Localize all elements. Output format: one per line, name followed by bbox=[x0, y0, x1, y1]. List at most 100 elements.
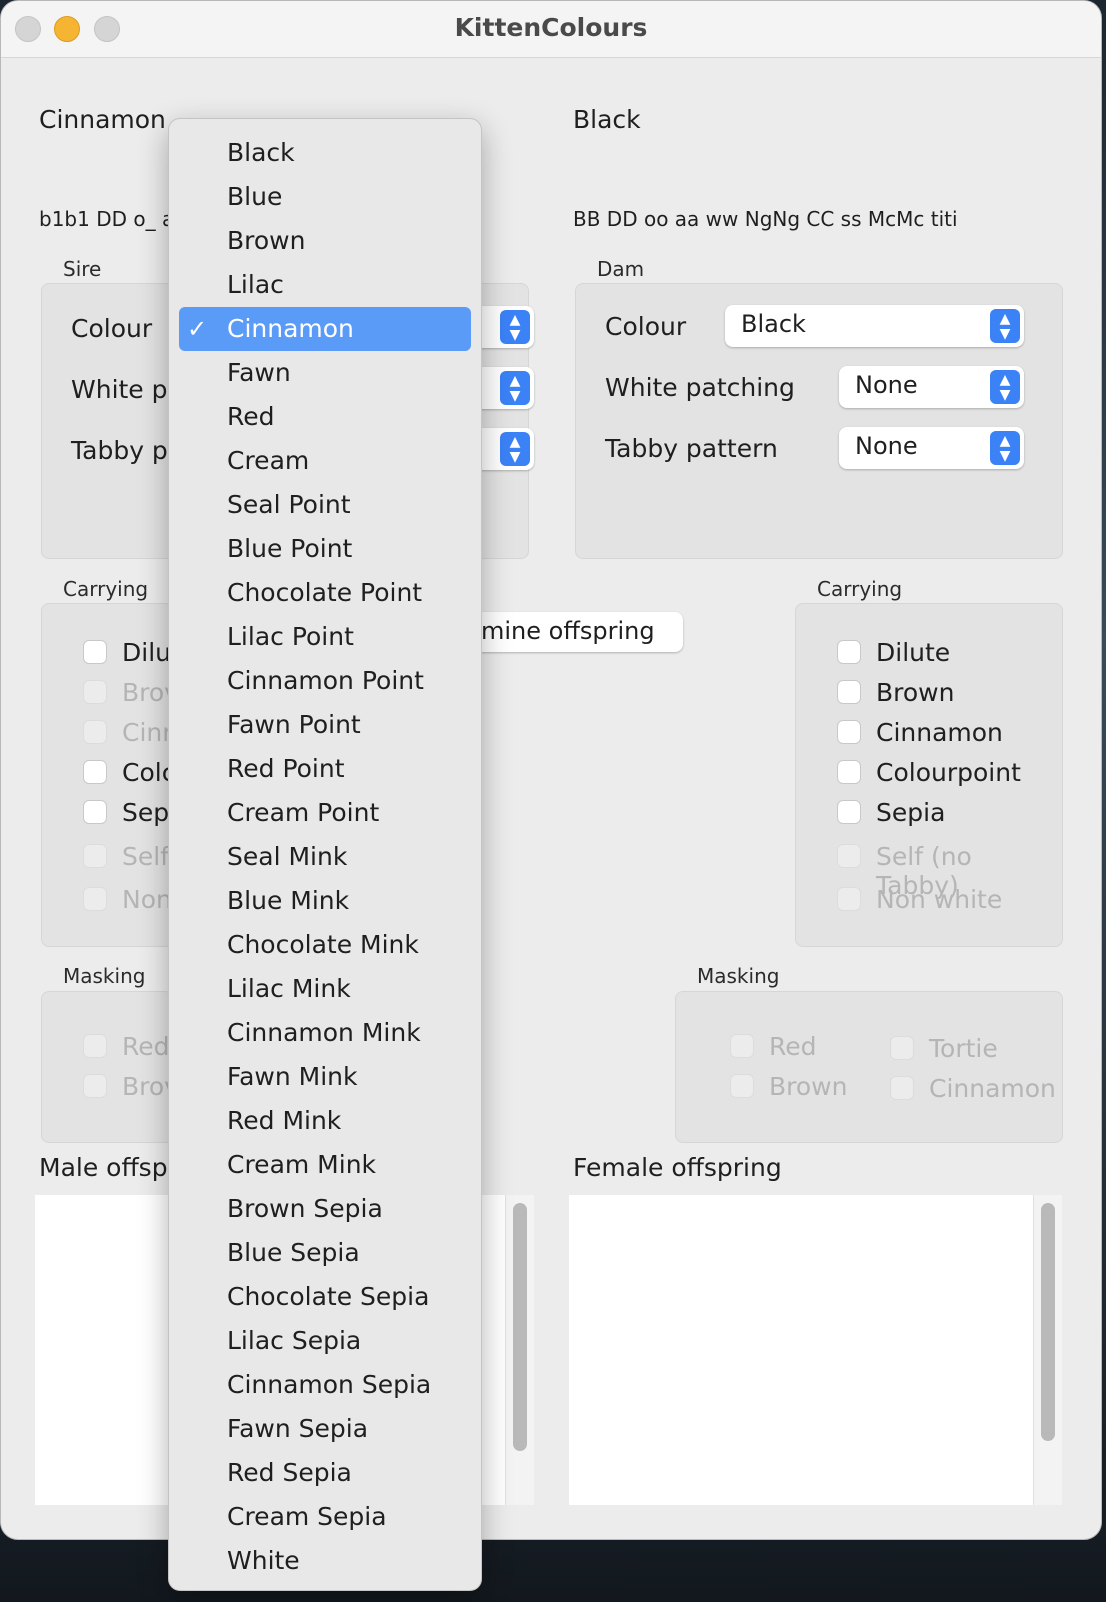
colour-menu-item[interactable]: Cream Point bbox=[179, 791, 471, 835]
colour-menu-item[interactable]: Lilac Mink bbox=[179, 967, 471, 1011]
dam-masking-box: Red Brown Tortie Cinnamon bbox=[675, 991, 1063, 1143]
colour-menu-item[interactable]: Brown Sepia bbox=[179, 1187, 471, 1231]
sire-brown-checkbox bbox=[83, 680, 107, 704]
dam-tabby-popup[interactable]: None ▲ ▼ bbox=[839, 427, 1024, 469]
sire-dilute-checkbox[interactable] bbox=[83, 640, 107, 664]
male-offspring-scrollbar[interactable] bbox=[505, 1195, 534, 1505]
up-down-chevron-icon: ▲ ▼ bbox=[500, 432, 530, 466]
sire-self-label: Self bbox=[122, 842, 169, 871]
colour-menu-item[interactable]: Lilac Point bbox=[179, 615, 471, 659]
sire-colourpoint-checkbox[interactable] bbox=[83, 760, 107, 784]
colour-menu-item-label: Black bbox=[227, 138, 295, 167]
sire-colour-menu: Black Blue Brown Lilac ✓ Cinnamon Fawn Red Cream… bbox=[168, 118, 482, 1591]
dam-nonwhite-checkbox bbox=[837, 887, 861, 911]
dam-tabby-label: Tabby pattern bbox=[605, 434, 778, 463]
colour-menu-item[interactable]: Chocolate Mink bbox=[179, 923, 471, 967]
colour-menu-item[interactable]: Lilac Sepia bbox=[179, 1319, 471, 1363]
checkmark-icon: ✓ bbox=[187, 315, 208, 343]
colour-menu-item-label: Fawn Sepia bbox=[227, 1414, 369, 1443]
colour-menu-item[interactable]: Fawn bbox=[179, 351, 471, 395]
colour-menu-item-label: Fawn Mink bbox=[227, 1062, 358, 1091]
colour-menu-item-label: Fawn Point bbox=[227, 710, 361, 739]
colour-menu-item-label: Seal Mink bbox=[227, 842, 348, 871]
colour-menu-item-label: Cream bbox=[227, 446, 310, 475]
colour-menu-item-label: Red Sepia bbox=[227, 1458, 352, 1487]
sire-colour-label: Colour bbox=[71, 314, 153, 343]
sire-sepia-checkbox[interactable] bbox=[83, 800, 107, 824]
colour-menu-item[interactable]: Fawn Sepia bbox=[179, 1407, 471, 1451]
female-offspring-list[interactable] bbox=[569, 1195, 1062, 1505]
colour-menu-item-label: Blue Mink bbox=[227, 886, 350, 915]
colour-menu-item[interactable]: Blue Point bbox=[179, 527, 471, 571]
dam-cinnamon-checkbox[interactable] bbox=[837, 720, 861, 744]
colour-menu-item[interactable]: Cinnamon Mink bbox=[179, 1011, 471, 1055]
sire-carrying-label: Carrying bbox=[63, 577, 149, 601]
up-down-chevron-icon: ▲ ▼ bbox=[500, 371, 530, 405]
male-offspring-label: Male offspr bbox=[39, 1153, 178, 1182]
colour-menu-item-label: Cinnamon bbox=[227, 314, 354, 343]
up-down-chevron-icon: ▲ ▼ bbox=[990, 370, 1020, 404]
colour-menu-item[interactable]: Cream Mink bbox=[179, 1143, 471, 1187]
colour-menu-item[interactable]: Cream bbox=[179, 439, 471, 483]
colour-menu-item[interactable]: Blue Sepia bbox=[179, 1231, 471, 1275]
dam-mask-tortie-checkbox bbox=[890, 1036, 914, 1060]
dam-carrying-label: Carrying bbox=[817, 577, 903, 601]
dam-mask-tortie-label: Tortie bbox=[929, 1034, 998, 1063]
colour-menu-item-label: Fawn bbox=[227, 358, 291, 387]
colour-menu-item[interactable]: Cream Sepia bbox=[179, 1495, 471, 1539]
colour-menu-list: Black Blue Brown Lilac ✓ Cinnamon Fawn Red Cream… bbox=[169, 131, 481, 1583]
colour-menu-item[interactable]: ✓ Cinnamon bbox=[179, 307, 471, 351]
app-window: KittenColours Cinnamon b1b1 DD o_ a Sire… bbox=[0, 0, 1102, 1540]
colour-menu-item[interactable]: Red Sepia bbox=[179, 1451, 471, 1495]
dam-nonwhite-label: Non white bbox=[876, 885, 1003, 914]
colour-menu-item[interactable]: Red Point bbox=[179, 747, 471, 791]
dam-sepia-checkbox[interactable] bbox=[837, 800, 861, 824]
colour-menu-item[interactable]: Chocolate Point bbox=[179, 571, 471, 615]
up-down-chevron-icon: ▲ ▼ bbox=[990, 431, 1020, 465]
colour-menu-item[interactable]: Red Mink bbox=[179, 1099, 471, 1143]
colour-menu-item[interactable]: Seal Mink bbox=[179, 835, 471, 879]
dam-white-value: None bbox=[855, 371, 918, 399]
colour-menu-item[interactable]: Fawn Point bbox=[179, 703, 471, 747]
colour-menu-item-label: White bbox=[227, 1546, 300, 1575]
sire-cinnamon-checkbox bbox=[83, 720, 107, 744]
colour-menu-item[interactable]: Chocolate Sepia bbox=[179, 1275, 471, 1319]
female-offspring-scrollbar[interactable] bbox=[1033, 1195, 1062, 1505]
dam-dilute-checkbox[interactable] bbox=[837, 640, 861, 664]
dam-colour-label: Colour bbox=[605, 312, 687, 341]
dam-colourpoint-label: Colourpoint bbox=[876, 758, 1021, 787]
sire-white-label: White pa bbox=[71, 375, 183, 404]
dam-brown-checkbox[interactable] bbox=[837, 680, 861, 704]
colour-menu-item[interactable]: Seal Point bbox=[179, 483, 471, 527]
sire-nonwhite-checkbox bbox=[83, 887, 107, 911]
sire-sepia-label: Sep bbox=[122, 798, 170, 827]
colour-menu-item-label: Blue Point bbox=[227, 534, 353, 563]
dam-dilute-label: Dilute bbox=[876, 638, 951, 667]
colour-menu-item[interactable]: Blue Mink bbox=[179, 879, 471, 923]
colour-menu-item[interactable]: Lilac bbox=[179, 263, 471, 307]
colour-menu-item[interactable]: Black bbox=[179, 131, 471, 175]
dam-carrying-box: Dilute Brown Cinnamon Colourpoint Sepia … bbox=[795, 603, 1063, 947]
colour-menu-item[interactable]: Brown bbox=[179, 219, 471, 263]
colour-menu-item[interactable]: Fawn Mink bbox=[179, 1055, 471, 1099]
colour-menu-item[interactable]: Cinnamon Sepia bbox=[179, 1363, 471, 1407]
dam-brown-label: Brown bbox=[876, 678, 955, 707]
sire-mask-red-label: Red bbox=[122, 1032, 170, 1061]
sire-genotype: b1b1 DD o_ a bbox=[39, 207, 175, 231]
colour-menu-item[interactable]: Blue bbox=[179, 175, 471, 219]
colour-menu-item[interactable]: Cinnamon Point bbox=[179, 659, 471, 703]
dam-colourpoint-checkbox[interactable] bbox=[837, 760, 861, 784]
colour-menu-item[interactable]: Red bbox=[179, 395, 471, 439]
sire-colour-heading: Cinnamon bbox=[39, 105, 166, 134]
dam-white-popup[interactable]: None ▲ ▼ bbox=[839, 366, 1024, 408]
female-offspring-scroll-thumb[interactable] bbox=[1041, 1203, 1055, 1441]
dam-colour-popup[interactable]: Black ▲ ▼ bbox=[725, 305, 1024, 347]
male-offspring-scroll-thumb[interactable] bbox=[513, 1203, 527, 1451]
colour-menu-item[interactable]: White bbox=[179, 1539, 471, 1583]
up-down-chevron-icon: ▲ ▼ bbox=[500, 310, 530, 344]
dam-mask-cinnamon-label: Cinnamon bbox=[929, 1074, 1056, 1103]
colour-menu-item-label: Chocolate Point bbox=[227, 578, 423, 607]
sire-group-label: Sire bbox=[63, 257, 102, 281]
sire-mask-red-checkbox bbox=[83, 1034, 107, 1058]
sire-tabby-label: Tabby pa bbox=[71, 436, 184, 465]
